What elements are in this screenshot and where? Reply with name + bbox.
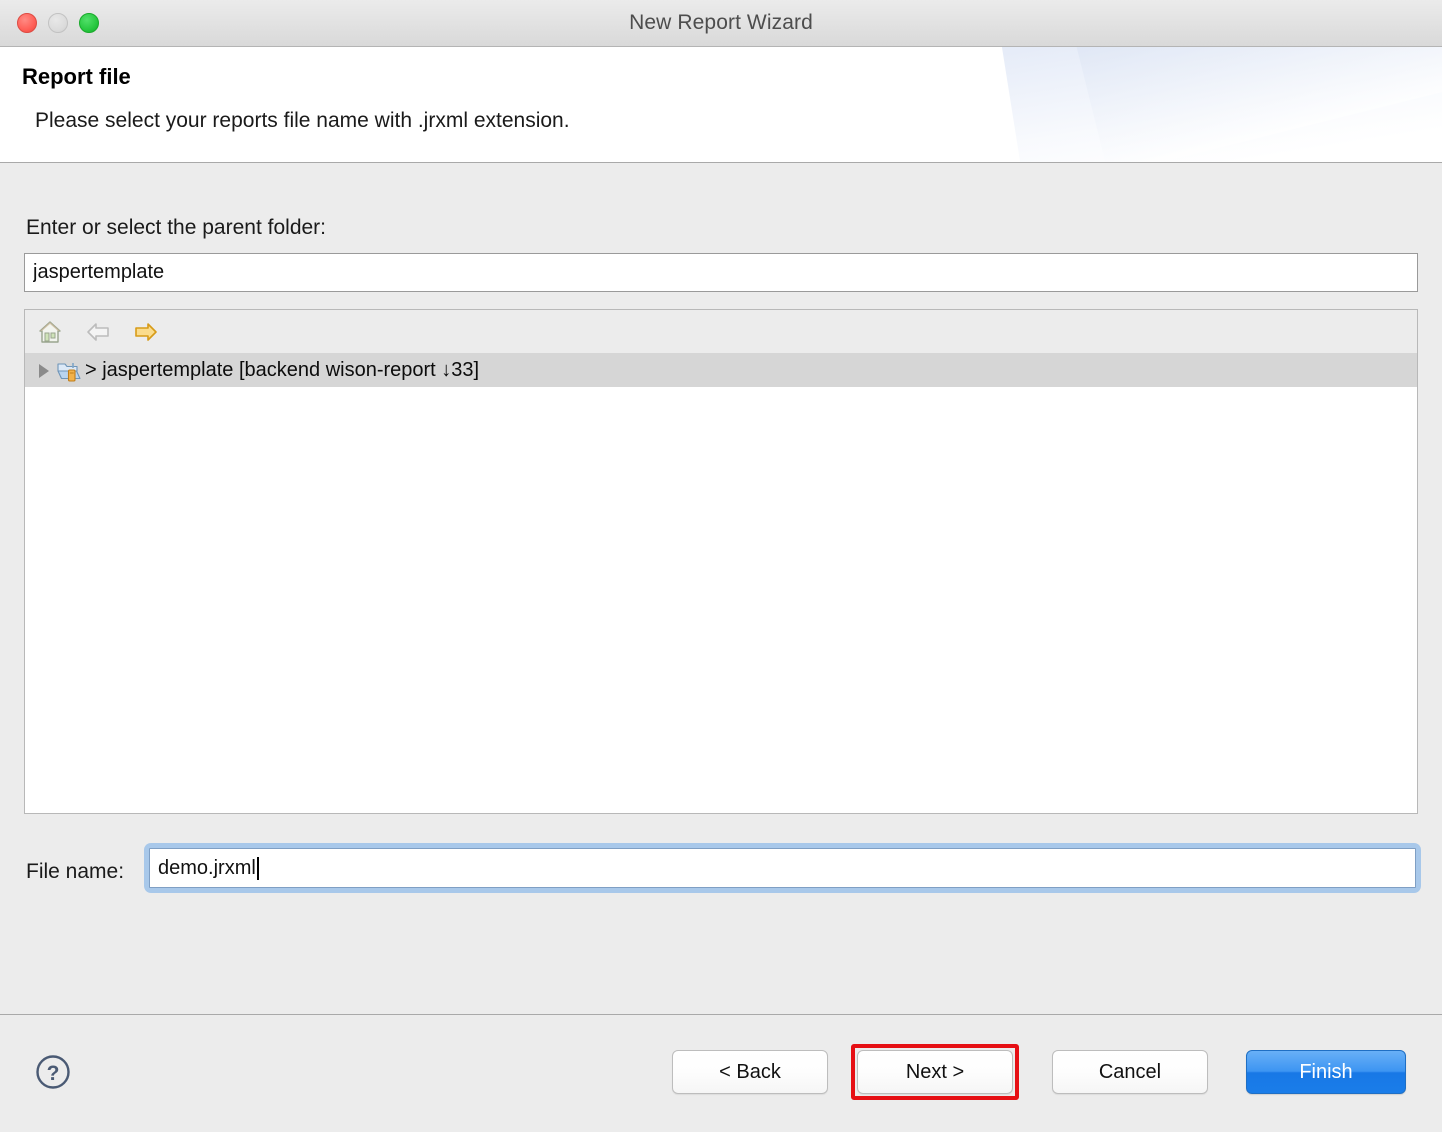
svg-text:?: ? [47, 1062, 60, 1085]
cancel-button[interactable]: Cancel [1052, 1050, 1208, 1094]
new-report-wizard-window: New Report Wizard Report file Please sel… [0, 0, 1442, 1132]
folder-repository-icon [57, 360, 81, 382]
file-name-value: demo.jrxml [158, 856, 256, 879]
wizard-content: Enter or select the parent folder: jaspe… [0, 163, 1442, 1015]
tree-item-label: > jaspertemplate [backend wison-report ↓… [85, 359, 480, 381]
text-caret [256, 856, 259, 880]
parent-folder-label: Enter or select the parent folder: [26, 216, 326, 239]
folder-tree-toolbar [25, 310, 1417, 354]
window-title: New Report Wizard [629, 11, 813, 34]
forward-arrow-icon[interactable] [131, 317, 161, 347]
collapsed-triangle-icon[interactable] [39, 363, 49, 378]
table-row[interactable]: > jaspertemplate [backend wison-report ↓… [25, 354, 1417, 387]
file-name-input[interactable]: demo.jrxml [149, 848, 1416, 888]
back-button[interactable]: < Back [672, 1050, 828, 1094]
header-gradient-decoration [984, 47, 1442, 162]
file-name-label: File name: [26, 860, 125, 883]
header-gradient-decoration-secondary [1048, 47, 1442, 162]
back-arrow-icon [83, 317, 113, 347]
next-button[interactable]: Next > [857, 1050, 1013, 1094]
wizard-header: Report file Please select your reports f… [0, 47, 1442, 163]
parent-folder-input[interactable] [24, 253, 1418, 292]
page-subtitle: Please select your reports file name wit… [35, 109, 570, 132]
page-title: Report file [22, 64, 131, 89]
title-bar: New Report Wizard [0, 0, 1442, 47]
finish-button[interactable]: Finish [1246, 1050, 1406, 1094]
file-name-focus-ring: demo.jrxml [144, 843, 1421, 893]
home-icon[interactable] [35, 317, 65, 347]
folder-tree-panel[interactable]: > jaspertemplate [backend wison-report ↓… [24, 309, 1418, 814]
help-icon[interactable]: ? [34, 1053, 72, 1091]
